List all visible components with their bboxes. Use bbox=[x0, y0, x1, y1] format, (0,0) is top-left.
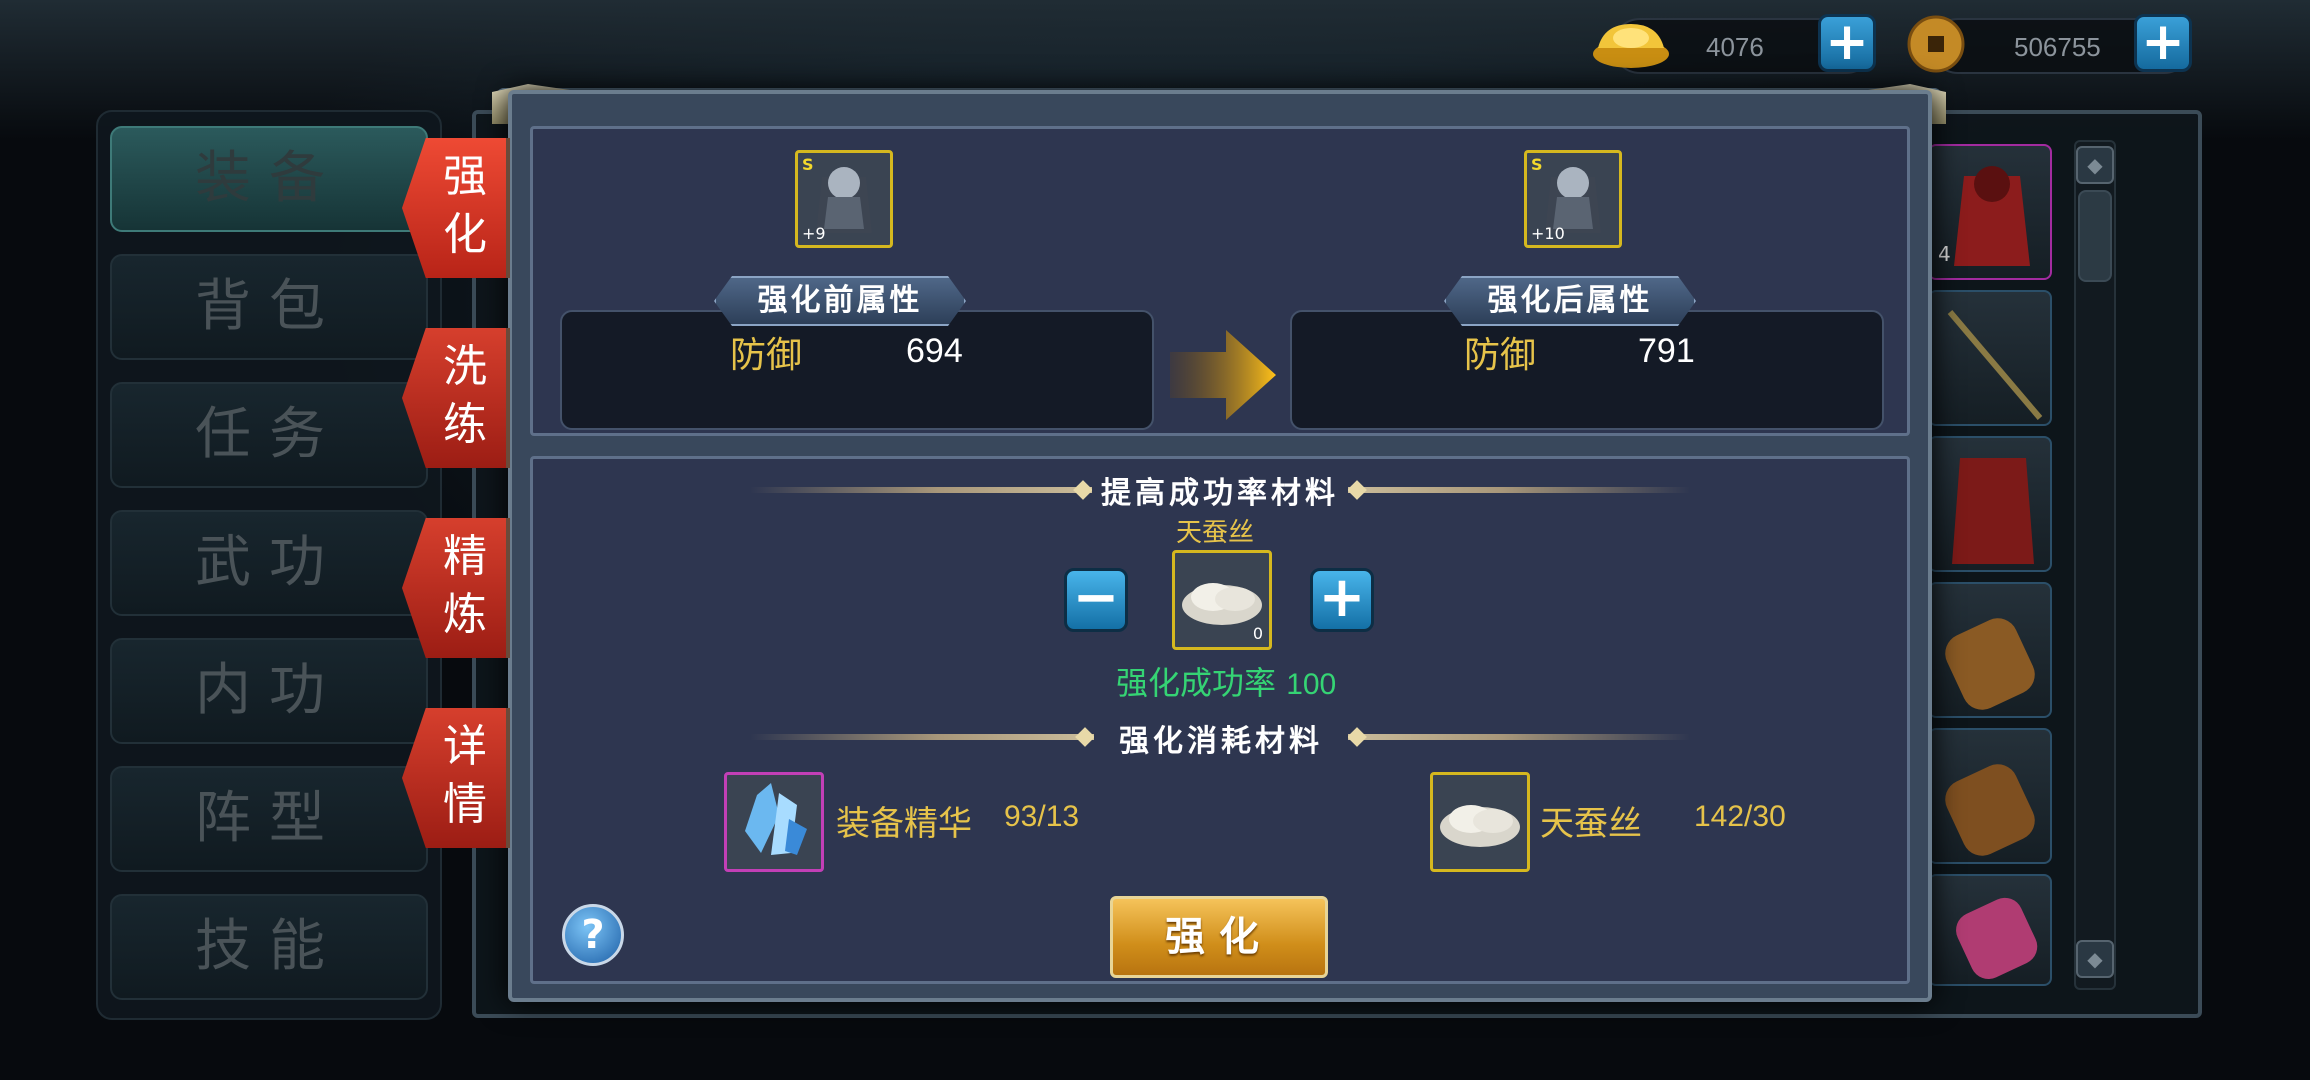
list-item[interactable] bbox=[1928, 582, 2052, 718]
increase-button[interactable]: + bbox=[1310, 568, 1374, 632]
tab-label: 练 bbox=[443, 399, 487, 450]
add-copper-button[interactable]: + bbox=[2134, 14, 2192, 72]
item-level: +10 bbox=[1531, 224, 1565, 243]
cost-item-name: 天蚕丝 bbox=[1540, 804, 1642, 844]
item-before-icon[interactable]: S +9 bbox=[795, 150, 893, 248]
before-attribute-value: 694 bbox=[906, 332, 963, 370]
list-item[interactable] bbox=[1928, 728, 2052, 864]
silk-material-slot[interactable] bbox=[1430, 772, 1530, 872]
menu-item-formation[interactable]: 阵型 bbox=[110, 766, 428, 872]
gold-ingot-value: 4076 bbox=[1706, 32, 1764, 62]
tab-label: 情 bbox=[443, 779, 487, 830]
decrease-button[interactable]: − bbox=[1064, 568, 1128, 632]
menu-item-quests[interactable]: 任务 bbox=[110, 382, 428, 488]
scroll-up-button[interactable]: ◆ bbox=[2076, 146, 2114, 184]
left-menu-panel: 装备 背包 任务 武功 内功 阵型 技能 bbox=[96, 110, 442, 1020]
before-attribute-title: 强化前属性 bbox=[714, 276, 966, 326]
copper-coin-icon bbox=[1906, 14, 1966, 78]
cost-item-amount: 93/13 bbox=[1004, 800, 1080, 833]
menu-item-equipment[interactable]: 装备 bbox=[110, 126, 428, 232]
menu-item-martial-arts[interactable]: 武功 bbox=[110, 510, 428, 616]
arrow-right-icon bbox=[1170, 330, 1276, 420]
scroll-thumb[interactable] bbox=[2078, 190, 2112, 282]
cost-item-name: 装备精华 bbox=[836, 804, 972, 844]
tab-label: 化 bbox=[443, 209, 487, 260]
after-attribute-box bbox=[1290, 310, 1884, 430]
list-item[interactable] bbox=[1928, 874, 2052, 986]
menu-item-inner-skills[interactable]: 内功 bbox=[110, 638, 428, 744]
scroll-down-button[interactable]: ◆ bbox=[2076, 940, 2114, 978]
list-item[interactable] bbox=[1928, 290, 2052, 426]
success-rate-value: 100 bbox=[1286, 668, 1337, 701]
before-attribute-box bbox=[560, 310, 1154, 430]
success-rate: 强化成功率 100 bbox=[1116, 658, 1336, 704]
menu-item-skills[interactable]: 技能 bbox=[110, 894, 428, 1000]
rank-badge: S bbox=[802, 155, 814, 174]
boost-material-name: 天蚕丝 bbox=[1176, 518, 1255, 548]
boost-material-count: 0 bbox=[1252, 624, 1263, 643]
cost-section-title: 强化消耗材料 bbox=[1094, 716, 1348, 760]
tab-label: 精 bbox=[443, 531, 487, 582]
after-attribute-name: 防御 bbox=[1464, 335, 1537, 376]
item-after-icon[interactable]: S +10 bbox=[1524, 150, 1622, 248]
item-level: +9 bbox=[802, 224, 826, 243]
boost-section-title: 提高成功率材料 bbox=[1092, 468, 1348, 512]
cost-item-amount: 142/30 bbox=[1694, 800, 1786, 833]
menu-item-backpack[interactable]: 背包 bbox=[110, 254, 428, 360]
rank-badge: S bbox=[1531, 155, 1543, 174]
essence-material-slot[interactable] bbox=[724, 772, 824, 872]
tab-label: 洗 bbox=[443, 341, 487, 392]
list-item[interactable] bbox=[1928, 436, 2052, 572]
tab-label: 详 bbox=[443, 721, 487, 772]
before-attribute-name: 防御 bbox=[730, 335, 803, 376]
enhance-button[interactable]: 强化 bbox=[1110, 896, 1328, 978]
success-rate-label: 强化成功率 bbox=[1116, 664, 1277, 702]
after-attribute-value: 791 bbox=[1638, 332, 1695, 370]
slot-count: 4 bbox=[1938, 242, 1951, 266]
help-icon[interactable]: ? bbox=[562, 904, 624, 966]
copper-coin-value: 506755 bbox=[2014, 32, 2101, 62]
gold-ingot-icon bbox=[1590, 16, 1672, 74]
tab-label: 炼 bbox=[443, 589, 487, 640]
boost-material-slot[interactable]: 0 bbox=[1172, 550, 1272, 650]
add-gold-button[interactable]: + bbox=[1818, 14, 1876, 72]
tab-label: 强 bbox=[443, 151, 487, 202]
list-item[interactable]: 4 bbox=[1928, 144, 2052, 280]
after-attribute-title: 强化后属性 bbox=[1444, 276, 1696, 326]
